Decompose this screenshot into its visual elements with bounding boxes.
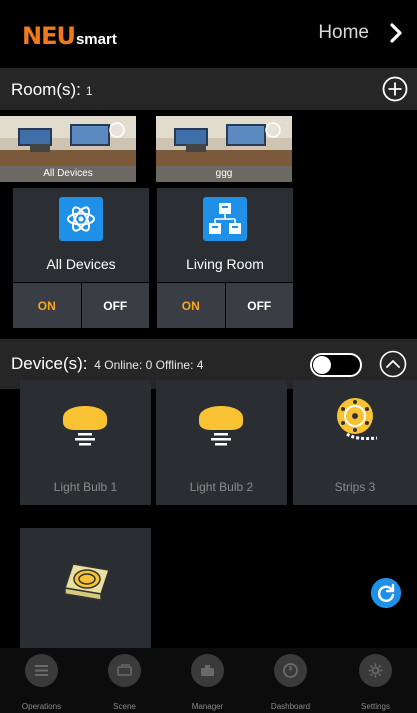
list-icon xyxy=(25,654,58,687)
devices-toggle-switch[interactable] xyxy=(310,353,362,377)
rooms-count: 1 xyxy=(85,84,93,98)
room-off-button[interactable]: OFF xyxy=(224,283,293,328)
room-name: All Devices xyxy=(46,256,116,272)
room-name: Living Room xyxy=(186,256,264,272)
bottom-tab-bar: Operations Scene Manager Dashboard Setti… xyxy=(0,648,417,713)
tab-label: Dashboard xyxy=(270,702,311,711)
logo-smart-text: smart xyxy=(75,31,117,48)
tab-label: Manager xyxy=(191,702,224,711)
devices-title: Device(s): 4 Online: 0 Offline: 4 xyxy=(11,354,203,374)
gauge-icon xyxy=(274,654,307,687)
smart-plug-icon xyxy=(64,563,110,601)
add-room-icon[interactable] xyxy=(382,76,408,102)
light-strip-icon xyxy=(337,398,378,440)
room-controls: ON OFF xyxy=(157,282,293,328)
tab-label: Settings xyxy=(361,702,390,711)
room-thumbnail-label: All Devices xyxy=(0,166,136,182)
device-card[interactable]: Strips 3 xyxy=(293,380,417,505)
device-card[interactable] xyxy=(20,528,151,648)
device-name: Light Bulb 2 xyxy=(189,480,254,494)
tab-scene[interactable]: Scene xyxy=(83,648,166,713)
manager-icon xyxy=(191,654,224,687)
room-thumbnail[interactable]: All Devices xyxy=(0,116,136,182)
gear-icon xyxy=(359,654,392,687)
device-name: Strips 3 xyxy=(334,480,376,494)
bulb-icon xyxy=(63,406,107,446)
room-on-button[interactable]: ON xyxy=(157,283,225,328)
toggle-knob xyxy=(313,356,331,374)
refresh-icon[interactable] xyxy=(371,578,401,608)
hierarchy-icon xyxy=(203,197,247,241)
rooms-section-header: Room(s): 1 xyxy=(0,68,417,110)
room-thumbnail[interactable]: ggg xyxy=(156,116,292,182)
device-card[interactable]: Light Bulb 1 xyxy=(20,380,151,505)
home-selector[interactable]: Home xyxy=(318,22,403,44)
bulb-icon xyxy=(199,406,243,446)
home-label: Home xyxy=(318,22,369,43)
chevron-up-icon[interactable] xyxy=(379,350,407,378)
rooms-title-label: Room(s): xyxy=(11,80,81,99)
room-controls: ON OFF xyxy=(13,282,149,328)
device-card[interactable]: Light Bulb 2 xyxy=(156,380,287,505)
app-header: NEU smart Home xyxy=(0,0,417,68)
tab-dashboard[interactable]: Dashboard xyxy=(249,648,332,713)
room-on-button[interactable]: ON xyxy=(13,283,81,328)
tab-manager[interactable]: Manager xyxy=(166,648,249,713)
scene-icon xyxy=(108,654,141,687)
logo-neu-text: NEU xyxy=(22,22,76,50)
room-thumbnail-label: ggg xyxy=(156,166,292,182)
room-off-button[interactable]: OFF xyxy=(80,283,149,328)
chevron-right-icon xyxy=(390,23,402,43)
tab-label: Operations xyxy=(21,702,62,711)
tab-operations[interactable]: Operations xyxy=(0,648,83,713)
room-card-all-devices[interactable]: All Devices ON OFF xyxy=(13,188,149,328)
device-name: Light Bulb 1 xyxy=(53,480,118,494)
atom-icon xyxy=(59,197,103,241)
devices-status-summary: 4 Online: 0 Offline: 4 xyxy=(94,358,204,372)
rooms-title: Room(s): 1 xyxy=(11,80,93,100)
room-card-living-room[interactable]: Living Room ON OFF xyxy=(157,188,293,328)
tab-settings[interactable]: Settings xyxy=(334,648,417,713)
devices-title-label: Device(s): xyxy=(11,354,88,373)
neusmart-logo: NEU smart xyxy=(22,24,117,48)
tab-label: Scene xyxy=(113,702,136,711)
